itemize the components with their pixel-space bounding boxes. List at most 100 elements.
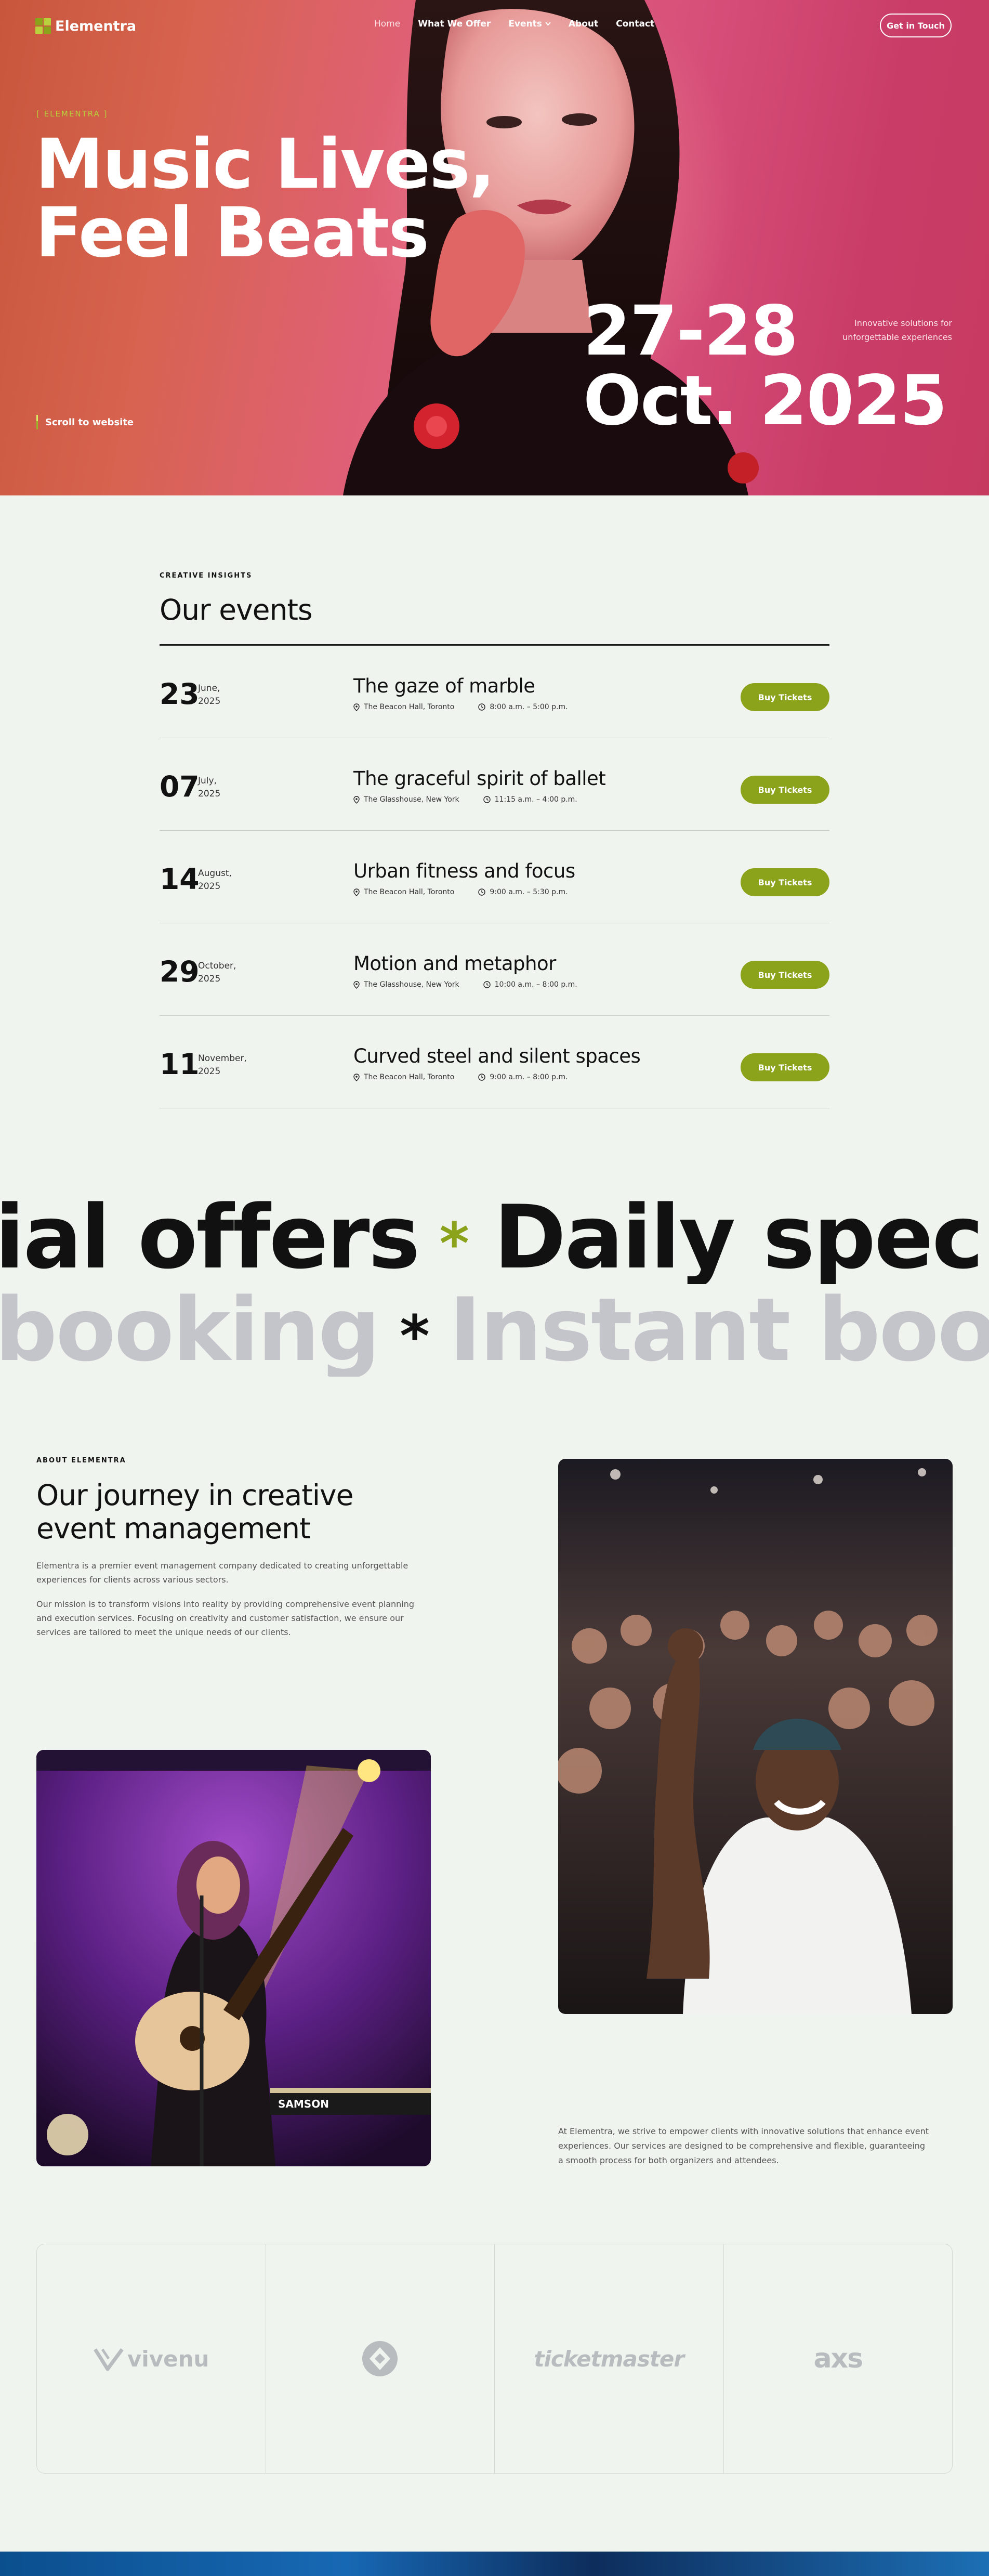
- marquee-text: Daily special offers: [493, 1191, 989, 1284]
- crowd-image: [558, 1459, 953, 2014]
- event-title[interactable]: Motion and metaphor: [353, 952, 556, 975]
- event-day: 14: [160, 862, 200, 896]
- event-time: 10:00 a.m. – 8:00 p.m.: [494, 980, 577, 989]
- concert-image: SAMSON: [36, 1750, 431, 2166]
- buy-tickets-button[interactable]: Buy Tickets: [741, 683, 829, 711]
- event-title[interactable]: Urban fitness and focus: [353, 860, 575, 883]
- marquee-text: booking: [0, 1283, 380, 1377]
- event-meta: The Beacon Hall, Toronto 9:00 a.m. – 8:0…: [353, 1073, 568, 1081]
- hero-date-days: 27-28: [583, 291, 798, 371]
- about-paragraph-1: Elementra is a premier event management …: [36, 1561, 408, 1585]
- about-paragraph-2: Our mission is to transform visions into…: [36, 1599, 415, 1637]
- nav-link-contact[interactable]: Contact: [616, 19, 654, 29]
- event-meta: The Glasshouse, New York 10:00 a.m. – 8:…: [353, 980, 577, 989]
- event-row: 11 November, 2025 Curved steel and silen…: [160, 1016, 829, 1108]
- asterisk-icon: *: [439, 1210, 469, 1277]
- keyboard-brand-text: SAMSON: [278, 2098, 329, 2110]
- marquee-text: ial offers: [0, 1191, 420, 1284]
- event-month: June,: [198, 683, 220, 694]
- marquee-special-offers: ial offers * Daily special offers: [0, 1191, 989, 1284]
- event-month-year: July, 2025: [198, 775, 220, 801]
- brand-name: Elementra: [55, 18, 137, 34]
- clock-icon: [478, 703, 486, 711]
- event-month: November,: [198, 1053, 247, 1064]
- about-title: Our journey in creative event management: [36, 1479, 431, 1545]
- event-row: 14 August, 2025 Urban fitness and focus …: [160, 831, 829, 923]
- events-title: Our events: [160, 593, 313, 626]
- marquee-text: Instant booking: [449, 1283, 989, 1377]
- chevron-down-icon: [545, 22, 551, 26]
- buy-tickets-button[interactable]: Buy Tickets: [741, 961, 829, 989]
- buy-tickets-button[interactable]: Buy Tickets: [741, 868, 829, 896]
- event-title[interactable]: Curved steel and silent spaces: [353, 1045, 641, 1068]
- hero-title-line-2: Feel Beats: [35, 193, 429, 273]
- event-month-year: June, 2025: [198, 682, 220, 708]
- event-year: 2025: [198, 696, 221, 707]
- event-meta: The Beacon Hall, Toronto 8:00 a.m. – 5:0…: [353, 703, 568, 711]
- event-venue: The Glasshouse, New York: [364, 980, 459, 989]
- about-paragraph-3: At Elementra, we strive to empower clien…: [558, 2126, 929, 2165]
- event-meta: The Beacon Hall, Toronto 9:00 a.m. – 5:3…: [353, 888, 568, 896]
- buy-tickets-button[interactable]: Buy Tickets: [741, 776, 829, 804]
- event-venue: The Beacon Hall, Toronto: [364, 703, 455, 711]
- location-pin-icon: [353, 888, 360, 896]
- event-row: 23 June, 2025 The gaze of marble The Bea…: [160, 646, 829, 738]
- marquee-instant-booking: booking * Instant booking: [0, 1283, 989, 1377]
- event-time: 9:00 a.m. – 8:00 p.m.: [490, 1073, 568, 1081]
- event-venue: The Beacon Hall, Toronto: [364, 1073, 455, 1081]
- hero-date-month-year: Oct. 2025: [583, 361, 947, 441]
- partner-name: ticketmaster: [534, 2346, 684, 2372]
- location-pin-icon: [353, 980, 360, 989]
- hero-title: Music Lives, Feel Beats: [35, 130, 503, 267]
- event-venue: The Glasshouse, New York: [364, 795, 459, 804]
- event-day: 23: [160, 677, 200, 711]
- event-time: 9:00 a.m. – 5:30 p.m.: [490, 888, 568, 896]
- concert-photo: SAMSON: [36, 1750, 431, 2166]
- event-day: 11: [160, 1048, 200, 1081]
- asterisk-icon: *: [400, 1303, 430, 1370]
- partner-vivenu[interactable]: vivenu: [37, 2244, 266, 2473]
- logo-squares-icon: [35, 18, 51, 34]
- event-year: 2025: [198, 881, 221, 892]
- next-section-image-strip: [0, 2552, 989, 2576]
- about-title-line-1: Our journey in creative: [36, 1479, 353, 1512]
- nav-link-about[interactable]: About: [569, 19, 598, 29]
- hero-section: Elementra Home What We Offer Events Abou…: [0, 0, 989, 495]
- partner-emblem[interactable]: [266, 2244, 495, 2473]
- nav-link-events-label: Events: [508, 19, 542, 29]
- event-month: August,: [198, 868, 232, 879]
- event-month-year: August, 2025: [198, 867, 232, 893]
- partner-name: vivenu: [127, 2346, 209, 2372]
- nav-link-what-we-offer[interactable]: What We Offer: [418, 19, 491, 29]
- event-month: October,: [198, 961, 236, 971]
- events-eyebrow: CREATIVE INSIGHTS: [160, 572, 253, 580]
- brand-logo[interactable]: Elementra: [35, 17, 136, 35]
- main-navigation: Elementra Home What We Offer Events Abou…: [0, 0, 989, 52]
- clock-icon: [478, 1074, 486, 1081]
- events-section: CREATIVE INSIGHTS Our events 23 June, 20…: [160, 572, 829, 1108]
- event-year: 2025: [198, 974, 221, 984]
- event-day: 29: [160, 955, 200, 988]
- nav-links: Home What We Offer Events About Contact: [374, 19, 654, 29]
- partner-name: axs: [813, 2343, 863, 2374]
- event-title[interactable]: The graceful spirit of ballet: [353, 767, 606, 790]
- nav-link-events[interactable]: Events: [508, 19, 551, 29]
- partner-axs[interactable]: axs: [724, 2244, 953, 2473]
- partner-ticketmaster[interactable]: ticketmaster: [495, 2244, 724, 2473]
- location-pin-icon: [353, 703, 360, 711]
- vivenu-logo-icon: [94, 2348, 124, 2371]
- hero-tag: [ ELEMENTRA ]: [36, 109, 108, 119]
- partner-logos: vivenu ticketmaster axs: [36, 2244, 953, 2474]
- event-title[interactable]: The gaze of marble: [353, 675, 535, 698]
- event-time: 11:15 a.m. – 4:00 p.m.: [494, 795, 577, 804]
- about-title-line-2: event management: [36, 1512, 311, 1545]
- event-row: 29 October, 2025 Motion and metaphor The…: [160, 923, 829, 1016]
- get-in-touch-button[interactable]: Get in Touch: [880, 14, 952, 37]
- buy-tickets-button[interactable]: Buy Tickets: [741, 1053, 829, 1081]
- hero-title-line-1: Music Lives,: [35, 124, 495, 204]
- event-venue: The Beacon Hall, Toronto: [364, 888, 455, 896]
- event-day: 07: [160, 770, 200, 803]
- event-time: 8:00 a.m. – 5:00 p.m.: [490, 703, 568, 711]
- scroll-to-website-link[interactable]: Scroll to website: [36, 415, 134, 429]
- nav-link-home[interactable]: Home: [374, 19, 400, 29]
